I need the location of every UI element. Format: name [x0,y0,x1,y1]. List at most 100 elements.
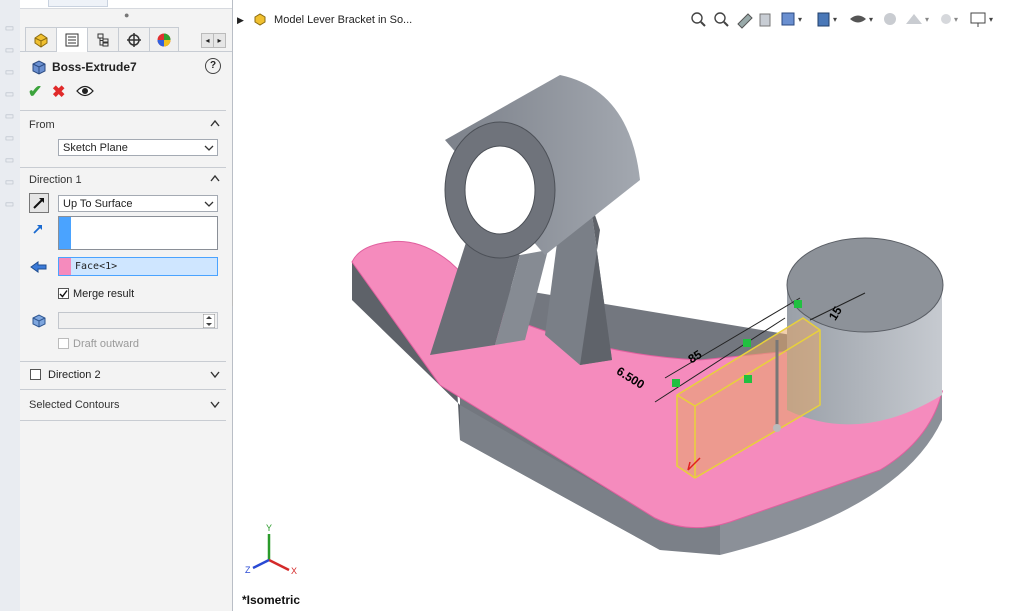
bore-hole [464,145,536,235]
previous-view-icon[interactable] [737,13,753,29]
separator [20,389,226,390]
spin-arrows-icon[interactable] [203,314,215,328]
direction-arrow-icon [29,220,49,240]
breadcrumb[interactable]: ▶ Model Lever Bracket in So... [237,12,412,26]
hide-show-icon[interactable]: ▾ [850,15,873,24]
triad-z-label: Z [245,565,251,575]
triad-y-label: Y [266,523,272,533]
part-icon [254,13,266,26]
section-view-icon[interactable] [759,13,771,27]
cylinder-boss-top [786,237,944,333]
face-select-icon [29,258,49,278]
zoom-to-fit-icon[interactable] [691,12,706,27]
view-orientation-icon[interactable]: ▾ [781,12,802,26]
from-combo-value: Sketch Plane [63,142,128,154]
separator [20,420,226,421]
boss-extrude-icon [30,58,48,79]
relation-marker [794,300,802,308]
expand-tree-icon[interactable]: ▶ [237,15,244,25]
draft-outward-label: Draft outward [73,338,140,350]
breadcrumb-label: Model Lever Bracket in So... [274,14,413,26]
offset-icon [29,310,49,330]
relation-marker [743,339,751,347]
direction1-section-title[interactable]: Direction 1 [29,174,82,186]
panel-grip[interactable]: ● [124,10,129,20]
face-selection-value: Face<1> [75,261,118,272]
reverse-direction-icon[interactable] [29,193,49,213]
display-manager-icon[interactable] [149,27,179,51]
relation-marker [744,375,752,383]
svg-text:▾: ▾ [869,15,873,24]
feature-manager-icon[interactable] [25,27,57,51]
direction2-section-title[interactable]: Direction 2 [48,369,101,381]
zoom-area-icon[interactable] [714,12,729,27]
dimxpert-icon[interactable] [118,27,150,51]
strip-tool-icon[interactable]: ▭ [3,44,16,57]
monitor-icon[interactable]: ▾ [970,12,993,27]
scene-icon[interactable]: ▾ [906,14,929,24]
separator [20,167,226,168]
merge-result-label: Merge result [73,288,135,300]
display-style-icon[interactable]: ▾ [817,12,837,27]
separator [20,361,226,362]
panel-header-strip [20,0,232,9]
feature-title: Boss-Extrude7 [52,60,137,74]
direction2-checkbox[interactable] [30,369,41,380]
strip-tool-icon[interactable]: ▭ [3,66,16,79]
draft-outward-checkbox[interactable] [58,338,69,349]
selected-contours-title[interactable]: Selected Contours [29,399,120,411]
strip-tool-icon[interactable]: ▭ [3,22,16,35]
strip-tool-icon[interactable]: ▭ [3,88,16,101]
separator [20,110,226,111]
offset-spinbox[interactable] [58,312,218,329]
selection-color-chip [59,217,71,249]
from-combo[interactable]: Sketch Plane [58,139,218,156]
view-name-label: *Isometric [242,593,301,607]
left-tool-strip: ▭ ▭ ▭ ▭ ▭ ▭ ▭ ▭ ▭ [0,0,21,611]
svg-text:▾: ▾ [925,15,929,24]
end-condition-combo[interactable]: Up To Surface [58,195,218,212]
svg-text:▾: ▾ [954,15,958,24]
collapse-caret-icon[interactable] [210,118,220,128]
edit-appearance-icon[interactable] [884,13,896,25]
face-selection-box[interactable]: Face<1> [58,257,218,276]
svg-text:▾: ▾ [833,15,837,24]
strip-tool-icon[interactable]: ▭ [3,110,16,123]
strip-tool-icon[interactable]: ▭ [3,154,16,167]
collapse-caret-icon[interactable] [210,173,220,183]
ok-check-icon[interactable]: ✔ [28,82,42,102]
from-section-title[interactable]: From [29,119,55,131]
reference-triad: Y X Z [245,523,297,576]
triad-x-label: X [291,566,297,576]
x-axis-icon [268,558,290,572]
preview-eye-icon[interactable] [76,85,94,100]
chevron-down-icon [204,201,214,207]
model-scene[interactable]: 85 6.500 15 [233,0,1024,611]
view-settings-icon[interactable]: ▾ [941,14,958,24]
selection-color-chip [59,258,71,275]
panel-header-tab[interactable] [48,0,108,7]
relation-marker [672,379,680,387]
manager-tabs: ◂ ▸ [20,27,232,52]
expand-caret-icon[interactable] [210,369,220,379]
end-condition-value: Up To Surface [63,198,133,210]
direction-selection-box[interactable] [58,216,218,250]
property-manager-icon[interactable] [56,27,88,52]
heads-up-toolbar: ▾ ▾ ▾ ▾ ▾ ▾ [691,12,993,29]
chevron-down-icon [204,145,214,151]
drag-handle-end[interactable] [773,424,781,432]
cancel-x-icon[interactable]: ✖ [52,82,65,102]
config-manager-icon[interactable] [87,27,119,51]
tab-scroll-right-icon[interactable]: ▸ [213,33,226,48]
expand-caret-icon[interactable] [210,399,220,409]
help-icon[interactable]: ? [205,58,221,74]
svg-text:▾: ▾ [798,15,802,24]
svg-text:▾: ▾ [989,15,993,24]
strip-tool-icon[interactable]: ▭ [3,132,16,145]
graphics-viewport[interactable]: 85 6.500 15 ▶ Model Lever Bracket in So.… [233,0,1024,611]
property-manager-panel: ● ◂ ▸ Boss-Extrude7 ? ✔ ✖ From Sketch Pl… [20,0,233,611]
strip-tool-icon[interactable]: ▭ [3,176,16,189]
z-axis-icon [252,558,270,570]
merge-result-checkbox[interactable] [58,288,69,299]
strip-tool-icon[interactable]: ▭ [3,198,16,211]
